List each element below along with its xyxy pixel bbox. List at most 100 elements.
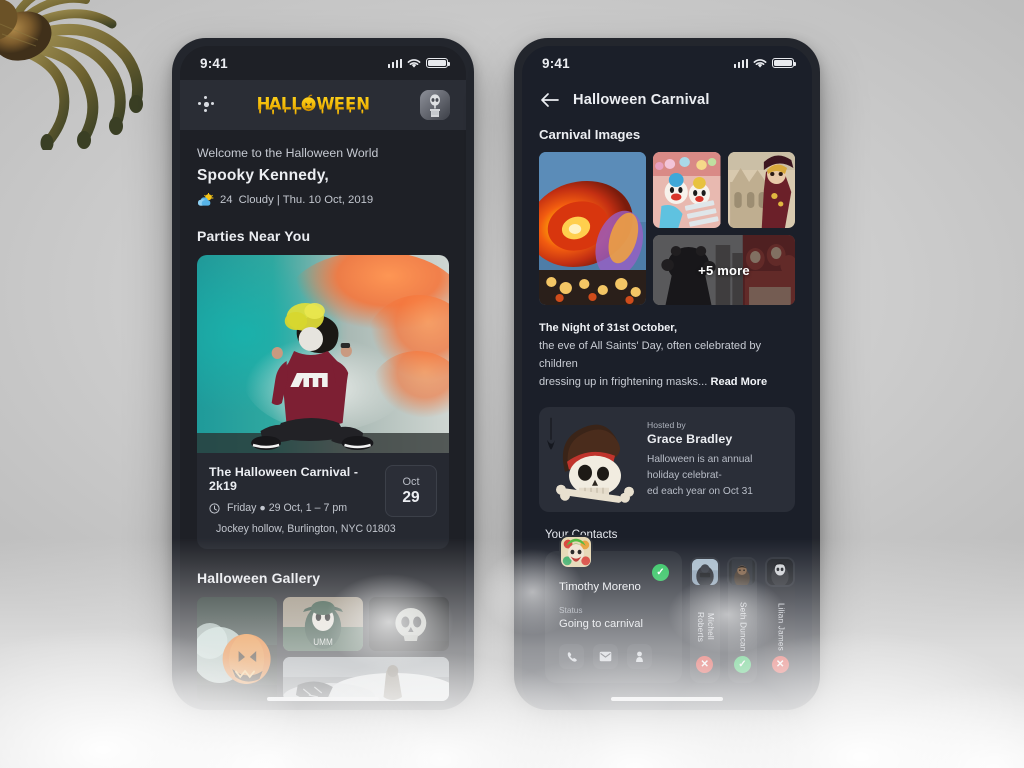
description-headline: The Night of 31st October, [539, 322, 678, 334]
home-screen: 9:41 HAL L W E E N Welcome to the Hallow… [180, 46, 466, 710]
halloween-logo: HA L L WEEN [257, 94, 370, 115]
contacts-row: ✓ Timothy Moreno Status Going to carniva… [539, 535, 796, 684]
wifi-icon [407, 58, 421, 68]
profile-button[interactable] [627, 644, 652, 670]
event-card[interactable]: The Halloween Carnival - 2k19 Friday ● 2… [197, 255, 449, 549]
svg-text:W: W [316, 94, 334, 113]
event-time-row: Friday ● 29 Oct, 1 – 7 pm [209, 502, 375, 514]
event-date-day: 29 [402, 488, 420, 506]
gallery-item-fog-figure[interactable] [283, 657, 449, 701]
contact-card-expanded[interactable]: ✓ Timothy Moreno Status Going to carniva… [545, 535, 682, 684]
contact-name: Lilian James [776, 602, 786, 651]
app-header: HAL L WEEN [180, 80, 466, 130]
carnival-detail-screen: 9:41 Halloween Carnival Carnival Images [522, 46, 812, 710]
contact-card-michell[interactable]: Michell Roberts ✕ [689, 557, 720, 684]
more-images-overlay[interactable]: +5 more [653, 235, 795, 305]
joker-clown-avatar[interactable] [559, 535, 593, 570]
status-time: 9:41 [200, 55, 228, 71]
contact-photo[interactable] [765, 557, 796, 588]
host-skull-image [539, 407, 643, 512]
back-arrow-icon[interactable] [540, 92, 559, 108]
svg-text:L: L [281, 94, 292, 113]
svg-text:A: A [269, 94, 282, 113]
sun-behind-cloud-icon [197, 193, 214, 206]
contact-name: Timothy Moreno [559, 581, 641, 594]
skeleton-avatar[interactable] [420, 90, 450, 120]
parties-section-title: Parties Near You [197, 228, 311, 244]
home-content: Welcome to the Halloween World Spooky Ke… [180, 146, 466, 701]
description-line-1: the eve of All Saints' Day, often celebr… [539, 339, 762, 370]
check-circle-icon: ✓ [733, 656, 751, 674]
carnival-image-ride[interactable] [539, 152, 646, 305]
status-time: 9:41 [542, 55, 570, 71]
event-info: The Halloween Carnival - 2k19 Friday ● 2… [209, 465, 396, 535]
weather-row: 24 Cloudy | Thu. 10 Oct, 2019 [197, 193, 449, 207]
page-title: Halloween Carnival [573, 92, 710, 108]
contact-actions [559, 644, 668, 670]
svg-text:E: E [334, 94, 345, 113]
battery-icon [426, 57, 450, 69]
contact-status-value: Going to carnival [559, 618, 643, 631]
contact-name: Seth Duncan [738, 602, 748, 652]
status-icons [387, 57, 450, 69]
gallery-item-skull[interactable] [369, 597, 449, 651]
message-button[interactable] [593, 644, 618, 670]
carnival-image-masquerade[interactable] [727, 152, 795, 228]
event-card-body: The Halloween Carnival - 2k19 Friday ● 2… [197, 453, 449, 549]
contact-status-label: Status [559, 605, 583, 616]
home-indicator [611, 696, 723, 701]
svg-text:L: L [291, 94, 302, 113]
welcome-text: Welcome to the Halloween World [197, 146, 379, 160]
detail-content: Carnival Images +5 more The Night of 31s… [522, 127, 812, 684]
left-phone-frame: 9:41 HAL L W E E N Welcome to the Hallow… [172, 38, 474, 710]
event-description: The Night of 31st October, the eve of Al… [539, 320, 795, 392]
user-name: Spooky Kennedy, [197, 167, 329, 184]
cellular-bars-icon [733, 58, 748, 68]
dots-menu-icon[interactable] [196, 94, 218, 116]
phone-icon [567, 652, 577, 662]
carnival-image-clowns[interactable] [653, 152, 721, 228]
event-date-month: Oct [402, 475, 420, 488]
contact-photo[interactable] [727, 557, 758, 588]
wifi-icon [753, 58, 767, 68]
x-circle-icon: ✕ [771, 656, 789, 674]
status-bar: 9:41 [180, 46, 466, 80]
x-circle-icon: ✕ [696, 656, 714, 674]
read-more-link[interactable]: Read More [710, 376, 767, 388]
gallery-item-skull-makeup[interactable]: UMM [283, 597, 363, 651]
carnival-images-title: Carnival Images [539, 127, 641, 142]
svg-text:UMM: UMM [313, 637, 333, 647]
contact-photo[interactable] [689, 557, 720, 588]
contact-name: Michell Roberts [695, 611, 715, 642]
status-bar: 9:41 [522, 46, 812, 80]
host-description-line-1: Halloween is an annual holiday celebrat- [647, 453, 753, 481]
carnival-images-grid: +5 more [539, 152, 795, 305]
nav-bar: Halloween Carnival [522, 80, 812, 108]
gallery-item-pumpkin[interactable] [197, 597, 277, 701]
status-icons [733, 57, 796, 69]
host-text: Hosted by Grace Bradley Halloween is an … [643, 407, 795, 512]
event-time-text: Friday ● 29 Oct, 1 – 7 pm [227, 502, 348, 514]
clock-icon [209, 502, 220, 514]
person-icon [636, 651, 643, 662]
event-location-row: Jockey hollow, Burlington, NYC 01803 [209, 523, 396, 535]
right-phone-frame: 9:41 Halloween Carnival Carnival Images [514, 38, 820, 710]
tarantula-decoration [0, 0, 144, 150]
call-button[interactable] [559, 644, 584, 670]
home-indicator [267, 696, 379, 701]
contact-card-lilian[interactable]: Lilian James ✕ [765, 557, 796, 684]
carnival-image-crowd[interactable]: +5 more [653, 235, 795, 305]
description-line-2: dressing up in frightening masks... [539, 375, 708, 388]
cellular-bars-icon [387, 58, 402, 68]
battery-icon [772, 57, 796, 69]
host-card[interactable]: Hosted by Grace Bradley Halloween is an … [539, 406, 795, 513]
weather-summary: Cloudy | Thu. 10 Oct, 2019 [238, 194, 374, 206]
halloween-gallery: UMM [197, 597, 449, 701]
event-date-badge: Oct 29 [385, 465, 437, 517]
event-hero-image [197, 255, 449, 453]
event-title: The Halloween Carnival - 2k19 [209, 465, 359, 493]
mail-icon [599, 652, 612, 662]
gallery-section-title: Halloween Gallery [197, 570, 321, 586]
host-name: Grace Bradley [647, 431, 733, 446]
contact-card-seth[interactable]: Seth Duncan ✓ [727, 557, 758, 684]
